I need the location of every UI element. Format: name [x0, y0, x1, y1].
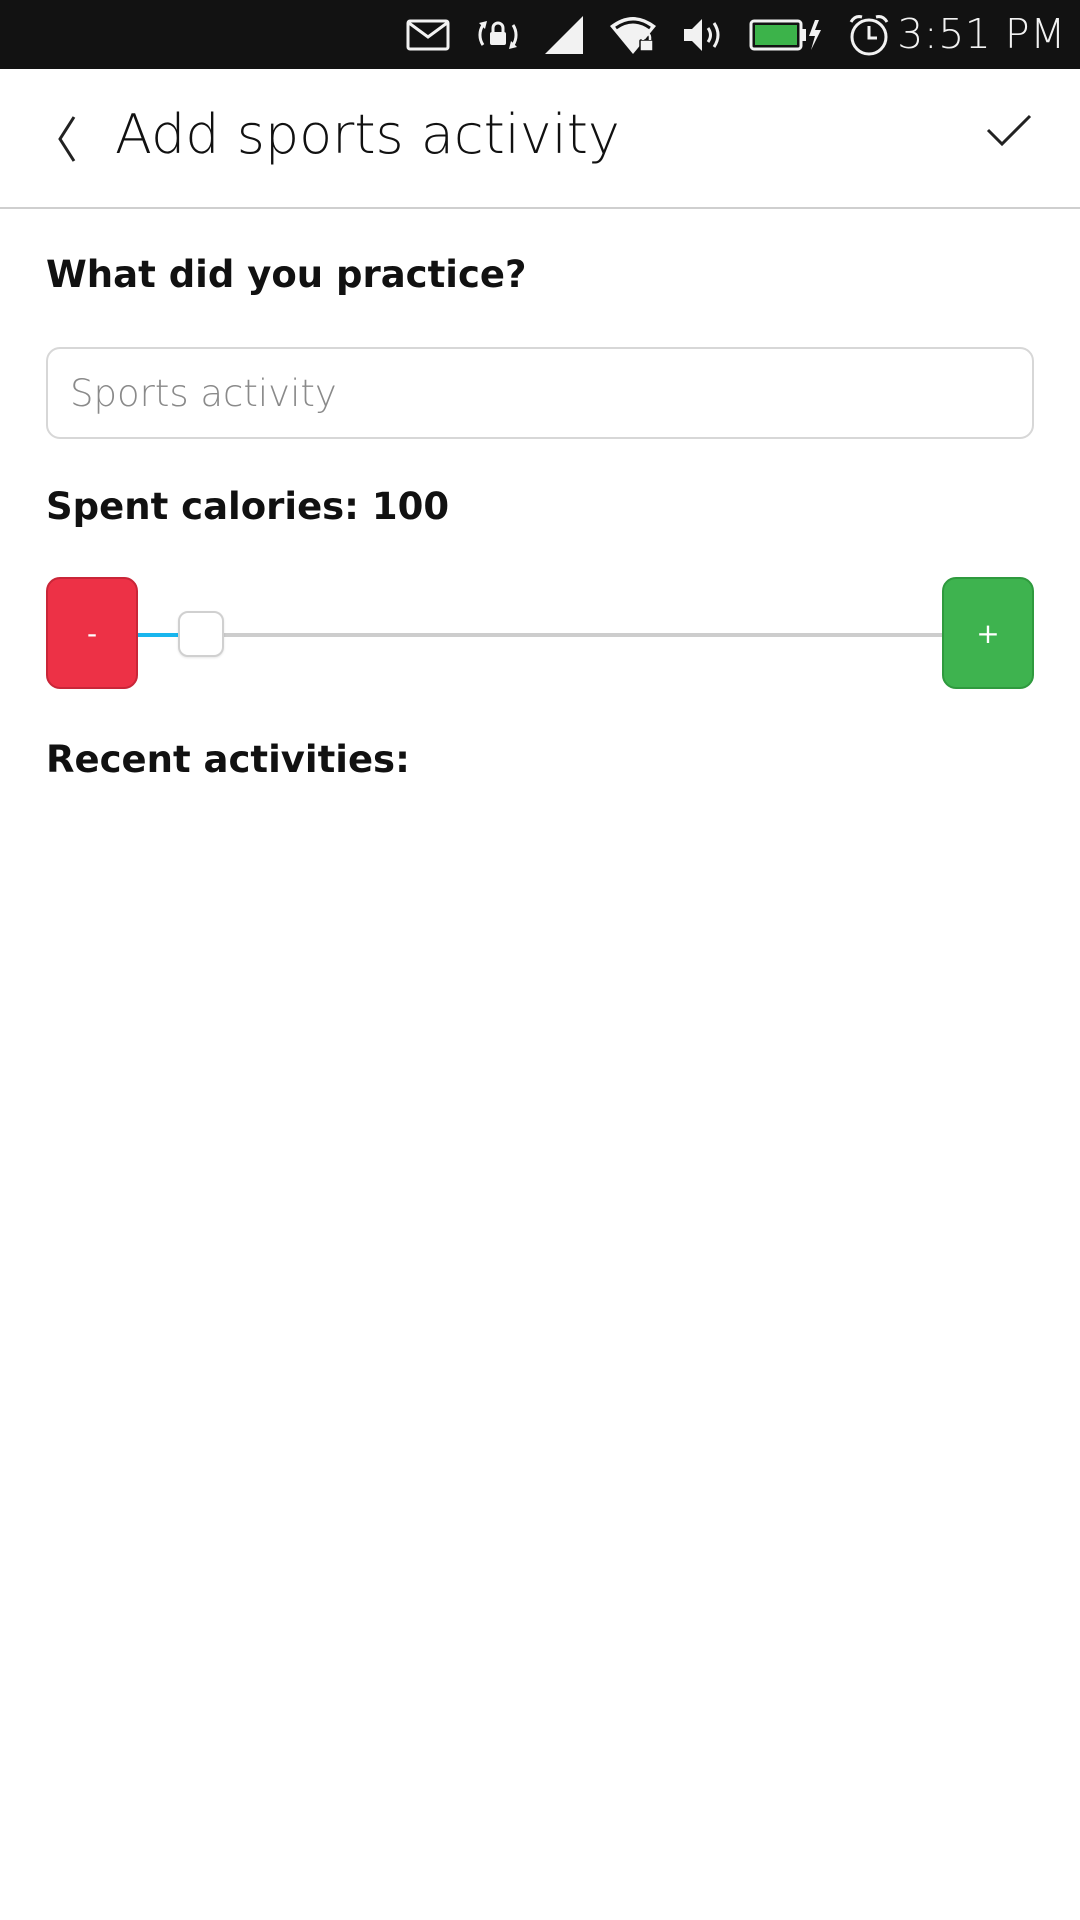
confirm-button[interactable] [984, 112, 1034, 152]
practice-label: What did you practice? [46, 253, 527, 296]
status-bar: 3:51 PM [0, 0, 1080, 69]
chevron-left-icon [58, 116, 76, 162]
battery-charging-icon [748, 14, 824, 56]
calories-slider-fill [138, 633, 178, 637]
cellular-signal-icon [542, 14, 586, 56]
back-button[interactable] [44, 113, 94, 165]
wifi-icon [608, 14, 658, 56]
sports-activity-input[interactable] [46, 347, 1034, 439]
page-header: Add sports activity [0, 69, 1080, 209]
alarm-icon [846, 14, 892, 56]
recent-activities-label: Recent activities: [46, 738, 410, 781]
mail-icon [404, 14, 452, 56]
volume-icon [682, 14, 726, 56]
status-time: 3:51 PM [897, 10, 1066, 58]
rotation-lock-icon [474, 14, 522, 56]
page-title: Add sports activity [115, 103, 620, 166]
checkmark-icon [986, 114, 1032, 147]
calories-slider-thumb[interactable] [178, 611, 224, 657]
increase-calories-button[interactable]: + [942, 577, 1034, 689]
calories-label: Spent calories: 100 [46, 485, 450, 528]
calories-slider-track[interactable] [138, 633, 942, 637]
decrease-calories-button[interactable]: - [46, 577, 138, 689]
